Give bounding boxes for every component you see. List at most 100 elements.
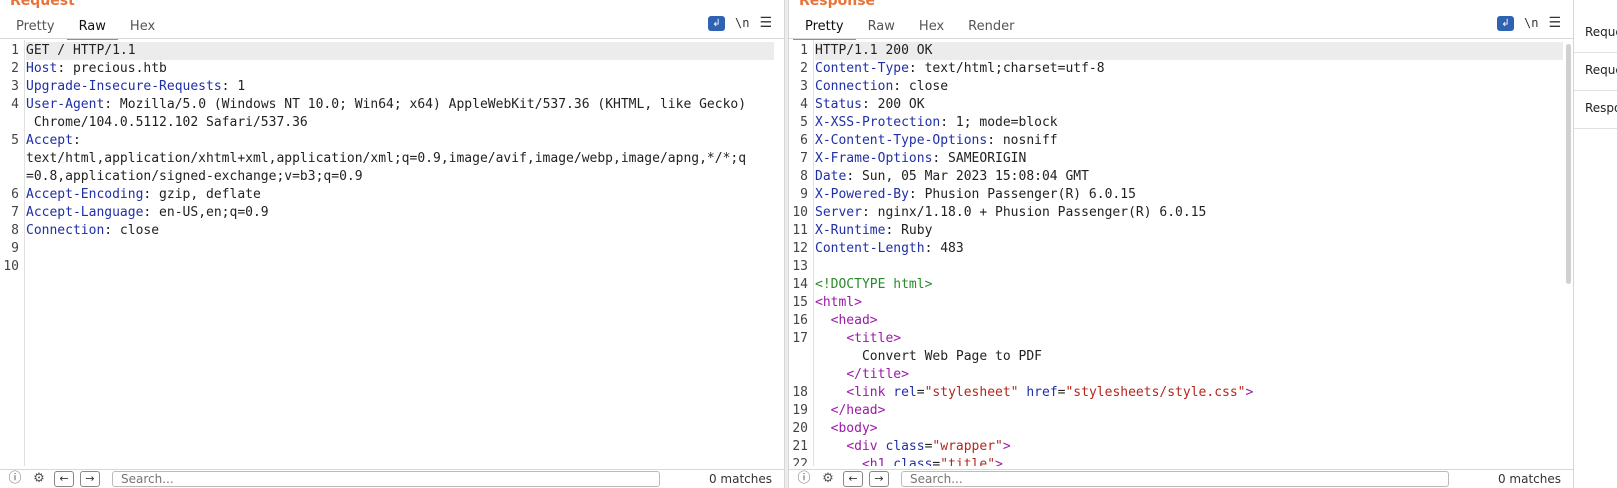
code-line[interactable]: text/html,application/xhtml+xml,applicat… <box>0 150 774 168</box>
code-token: Accept-Encoding <box>26 187 144 202</box>
response-search-input[interactable] <box>901 471 1449 487</box>
request-code-lines[interactable]: 1 GET / HTTP/1.1 2 Host: precious.htb 3 Upgra… <box>0 42 774 276</box>
code-line[interactable]: 5 Accept: <box>0 132 774 150</box>
code-text: GET / HTTP/1.1 <box>26 42 774 60</box>
code-token: Status <box>815 97 862 112</box>
code-token: Content-Length <box>815 241 925 256</box>
code-line[interactable]: 16 <head> <box>789 312 1563 330</box>
code-text: <head> <box>815 312 1563 330</box>
code-token: : Sun, 05 Mar 2023 15:08:04 GMT <box>846 169 1089 184</box>
code-line[interactable]: 15 <html> <box>789 294 1563 312</box>
code-line[interactable]: 6 Accept-Encoding: gzip, deflate <box>0 186 774 204</box>
code-line[interactable]: 1 HTTP/1.1 200 OK <box>789 42 1563 60</box>
code-line[interactable]: 8 Connection: close <box>0 222 774 240</box>
code-line[interactable]: 4 User-Agent: Mozilla/5.0 (Windows NT 10.… <box>0 96 774 114</box>
inspector-item-response[interactable]: Respo <box>1585 101 1617 115</box>
line-number: 4 <box>800 97 808 112</box>
code-text: Content-Type: text/html;charset=utf-8 <box>815 60 1563 78</box>
request-tab-hex[interactable]: Hex <box>118 16 167 38</box>
response-code-lines[interactable]: 1 HTTP/1.1 200 OK 2 Content-Type: text/html… <box>789 42 1563 466</box>
gear-icon[interactable]: ⚙ <box>30 471 48 487</box>
request-tab-raw[interactable]: Raw <box>66 16 118 40</box>
inspector-divider <box>1574 52 1617 53</box>
request-tab-pretty[interactable]: Pretty <box>4 16 67 38</box>
code-line[interactable]: 12 Content-Length: 483 <box>789 240 1563 258</box>
code-line[interactable]: 21 <div class="wrapper"> <box>789 438 1563 456</box>
code-line[interactable]: 3 Connection: close <box>789 78 1563 96</box>
code-line[interactable]: 1 GET / HTTP/1.1 <box>0 42 774 60</box>
word-wrap-icon[interactable]: ↲ <box>707 15 725 31</box>
code-text: X-Runtime: Ruby <box>815 222 1563 240</box>
code-line[interactable]: 6 X-Content-Type-Options: nosniff <box>789 132 1563 150</box>
code-text: X-XSS-Protection: 1; mode=block <box>815 114 1563 132</box>
request-tab-divider <box>0 38 784 39</box>
hamburger-menu-icon[interactable]: ☰ <box>1548 15 1561 31</box>
show-newlines-button[interactable]: \n <box>735 16 749 30</box>
inspector-item-request-2[interactable]: Reque <box>1585 63 1617 77</box>
code-token: Server <box>815 205 862 220</box>
inspector-item-request-1[interactable]: Reque <box>1585 25 1617 39</box>
line-number <box>0 150 26 168</box>
code-text: <link rel="stylesheet" href="stylesheets… <box>815 384 1563 402</box>
code-line[interactable]: 11 X-Runtime: Ruby <box>789 222 1563 240</box>
request-panel-title: Request <box>10 0 75 9</box>
code-line[interactable]: 14 <!DOCTYPE html> <box>789 276 1563 294</box>
code-line[interactable]: 5 X-XSS-Protection: 1; mode=block <box>789 114 1563 132</box>
request-editor[interactable]: 1 GET / HTTP/1.1 2 Host: precious.htb 3 Upgra… <box>0 40 774 466</box>
code-line[interactable]: 7 Accept-Language: en-US,en;q=0.9 <box>0 204 774 222</box>
code-line[interactable]: Convert Web Page to PDF <box>789 348 1563 366</box>
code-line[interactable]: 20 <body> <box>789 420 1563 438</box>
response-tab-raw[interactable]: Raw <box>856 16 907 38</box>
response-editor[interactable]: 1 HTTP/1.1 200 OK 2 Content-Type: text/html… <box>789 40 1563 466</box>
code-line[interactable]: 10 Server: nginx/1.18.0 + Phusion Passeng… <box>789 204 1563 222</box>
code-token: text/html,application/xhtml+xml,applicat… <box>26 151 747 166</box>
next-match-button[interactable]: → <box>869 471 889 487</box>
response-tab-pretty[interactable]: Pretty <box>793 16 856 40</box>
code-text: User-Agent: Mozilla/5.0 (Windows NT 10.0… <box>26 96 774 114</box>
help-icon[interactable]: ⓘ <box>795 471 813 487</box>
gear-icon[interactable]: ⚙ <box>819 471 837 487</box>
code-token: : nginx/1.18.0 + Phusion Passenger(R) 6.… <box>861 205 1207 220</box>
help-icon[interactable]: ⓘ <box>6 471 24 487</box>
code-line[interactable]: 10 <box>0 258 774 276</box>
code-line[interactable]: </title> <box>789 366 1563 384</box>
code-line[interactable]: 3 Upgrade-Insecure-Requests: 1 <box>0 78 774 96</box>
line-number: 22 <box>792 457 808 466</box>
code-line[interactable]: =0.8,application/signed-exchange;v=b3;q=… <box>0 168 774 186</box>
code-text: Connection: close <box>815 78 1563 96</box>
hamburger-menu-icon[interactable]: ☰ <box>759 15 772 31</box>
code-line[interactable]: 7 X-Frame-Options: SAMEORIGIN <box>789 150 1563 168</box>
line-number: 9 <box>800 187 808 202</box>
word-wrap-icon[interactable]: ↲ <box>1496 15 1514 31</box>
code-line[interactable]: 2 Content-Type: text/html;charset=utf-8 <box>789 60 1563 78</box>
code-line[interactable]: 22 <h1 class="title"> <box>789 456 1563 466</box>
response-tab-hex[interactable]: Hex <box>907 16 956 38</box>
response-tab-render[interactable]: Render <box>956 16 1026 38</box>
code-line[interactable]: 8 Date: Sun, 05 Mar 2023 15:08:04 GMT <box>789 168 1563 186</box>
code-text: HTTP/1.1 200 OK <box>815 42 1563 60</box>
code-token: class <box>885 439 925 454</box>
code-line[interactable]: 9 X-Powered-By: Phusion Passenger(R) 6.0.… <box>789 186 1563 204</box>
response-scrollbar[interactable] <box>1566 44 1571 284</box>
previous-match-button[interactable]: ← <box>843 471 863 487</box>
code-line[interactable]: 4 Status: 200 OK <box>789 96 1563 114</box>
next-match-button[interactable]: → <box>80 471 100 487</box>
code-token: : 483 <box>924 241 964 256</box>
code-line[interactable]: 13 <box>789 258 1563 276</box>
previous-match-button[interactable]: ← <box>54 471 74 487</box>
show-newlines-button[interactable]: \n <box>1524 16 1538 30</box>
code-line[interactable]: 19 </head> <box>789 402 1563 420</box>
code-line[interactable]: 18 <link rel="stylesheet" href="styleshe… <box>789 384 1563 402</box>
line-number: 5 <box>800 115 808 130</box>
line-number: 20 <box>792 421 808 436</box>
code-line[interactable]: Chrome/104.0.5112.102 Safari/537.36 <box>0 114 774 132</box>
code-text: Accept-Language: en-US,en;q=0.9 <box>26 204 774 222</box>
line-number: 6 <box>11 187 19 202</box>
code-token: =0.8,application/signed-exchange;v=b3;q=… <box>26 169 363 184</box>
code-line[interactable]: 17 <title> <box>789 330 1563 348</box>
code-line[interactable]: 2 Host: precious.htb <box>0 60 774 78</box>
request-search-input[interactable] <box>112 471 660 487</box>
code-line[interactable]: 9 <box>0 240 774 258</box>
